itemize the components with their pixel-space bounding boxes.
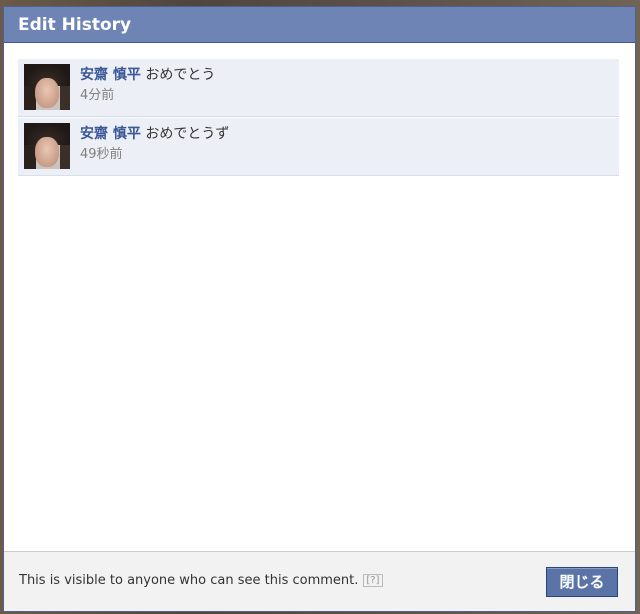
list-item: 安齋 慎平 おめでとう 4分前 [18, 59, 619, 117]
avatar-face [35, 78, 59, 108]
edit-history-list: 安齋 慎平 おめでとう 4分前 安齋 慎平 おめでとうず 49秒前 [18, 59, 619, 177]
help-icon[interactable]: [?] [363, 574, 383, 587]
visibility-note-text: This is visible to anyone who can see th… [19, 573, 359, 588]
dialog-body: 安齋 慎平 おめでとう 4分前 安齋 慎平 おめでとうず 49秒前 [4, 43, 635, 551]
edit-history-dialog: Edit History 安齋 慎平 おめでとう 4分前 安齋 慎平 おめでとう… [3, 6, 636, 612]
avatar[interactable] [24, 64, 70, 110]
avatar[interactable] [24, 123, 70, 169]
dialog-footer: This is visible to anyone who can see th… [4, 551, 635, 611]
author-link[interactable]: 安齋 慎平 [80, 126, 141, 142]
author-link[interactable]: 安齋 慎平 [80, 67, 141, 83]
avatar-face [35, 137, 59, 167]
item-content: 安齋 慎平 おめでとうず 49秒前 [80, 124, 229, 164]
item-line: 安齋 慎平 おめでとうず [80, 124, 229, 144]
close-button[interactable]: 閉じる [546, 567, 618, 597]
comment-text: おめでとう [145, 67, 216, 83]
dialog-title: Edit History [4, 7, 635, 43]
comment-text: おめでとうず [145, 126, 230, 142]
item-line: 安齋 慎平 おめでとう [80, 65, 215, 85]
visibility-note: This is visible to anyone who can see th… [19, 573, 383, 588]
timestamp: 49秒前 [80, 147, 123, 162]
timestamp: 4分前 [80, 88, 115, 103]
list-item: 安齋 慎平 おめでとうず 49秒前 [18, 118, 619, 176]
item-content: 安齋 慎平 おめでとう 4分前 [80, 65, 215, 105]
